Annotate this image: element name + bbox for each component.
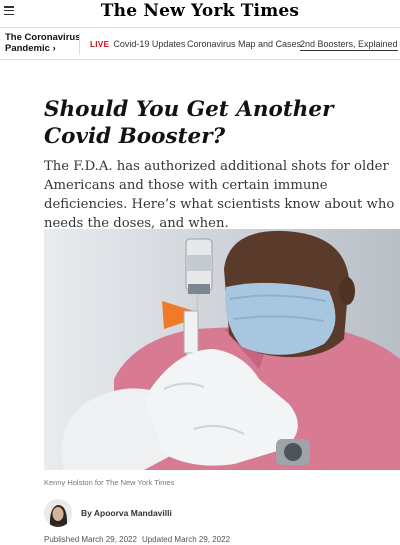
article-summary: The F.D.A. has authorized additional sho… — [44, 159, 395, 231]
nav-item-covid-updates[interactable]: LIVE Covid-19 Updates — [90, 39, 185, 49]
article-headline: Should You Get Another Covid Booster? — [44, 97, 334, 149]
live-badge: LIVE — [90, 40, 110, 49]
publish-dates: Published March 29, 2022 Updated March 29… — [44, 535, 230, 544]
author-name-link[interactable]: By Apoorva Mandavilli — [81, 508, 172, 518]
nav-item-label: 2nd Boosters, Explained — [300, 39, 398, 51]
nav-item-label: Coronavirus Map and Cases — [187, 39, 302, 49]
author-portrait-icon — [44, 499, 72, 527]
nav-divider — [79, 33, 80, 55]
published-date: Published March 29, 2022 — [44, 535, 137, 544]
section-title-link[interactable]: The Coronavirus Pandemic › — [5, 32, 81, 54]
section-title-line2: Pandemic › — [5, 43, 56, 54]
nyt-logo[interactable]: The New York Times — [0, 1, 400, 21]
author-avatar[interactable] — [44, 499, 72, 527]
nav-item-map-and-cases[interactable]: Coronavirus Map and Cases — [187, 39, 301, 49]
nav-item-label: Covid-19 Updates — [113, 39, 186, 49]
section-title-line1: The Coronavirus — [5, 32, 81, 43]
section-nav: The Coronavirus Pandemic › LIVE Covid-19 … — [0, 27, 400, 60]
top-bar: The New York Times — [0, 0, 400, 26]
vaccine-booster-photo — [44, 229, 400, 470]
nav-item-boosters-explained[interactable]: 2nd Boosters, Explained — [300, 39, 398, 51]
updated-date: Updated March 29, 2022 — [141, 535, 231, 544]
photo-credit: Kenny Holston for The New York Times — [44, 478, 175, 487]
article-photo — [44, 229, 400, 470]
